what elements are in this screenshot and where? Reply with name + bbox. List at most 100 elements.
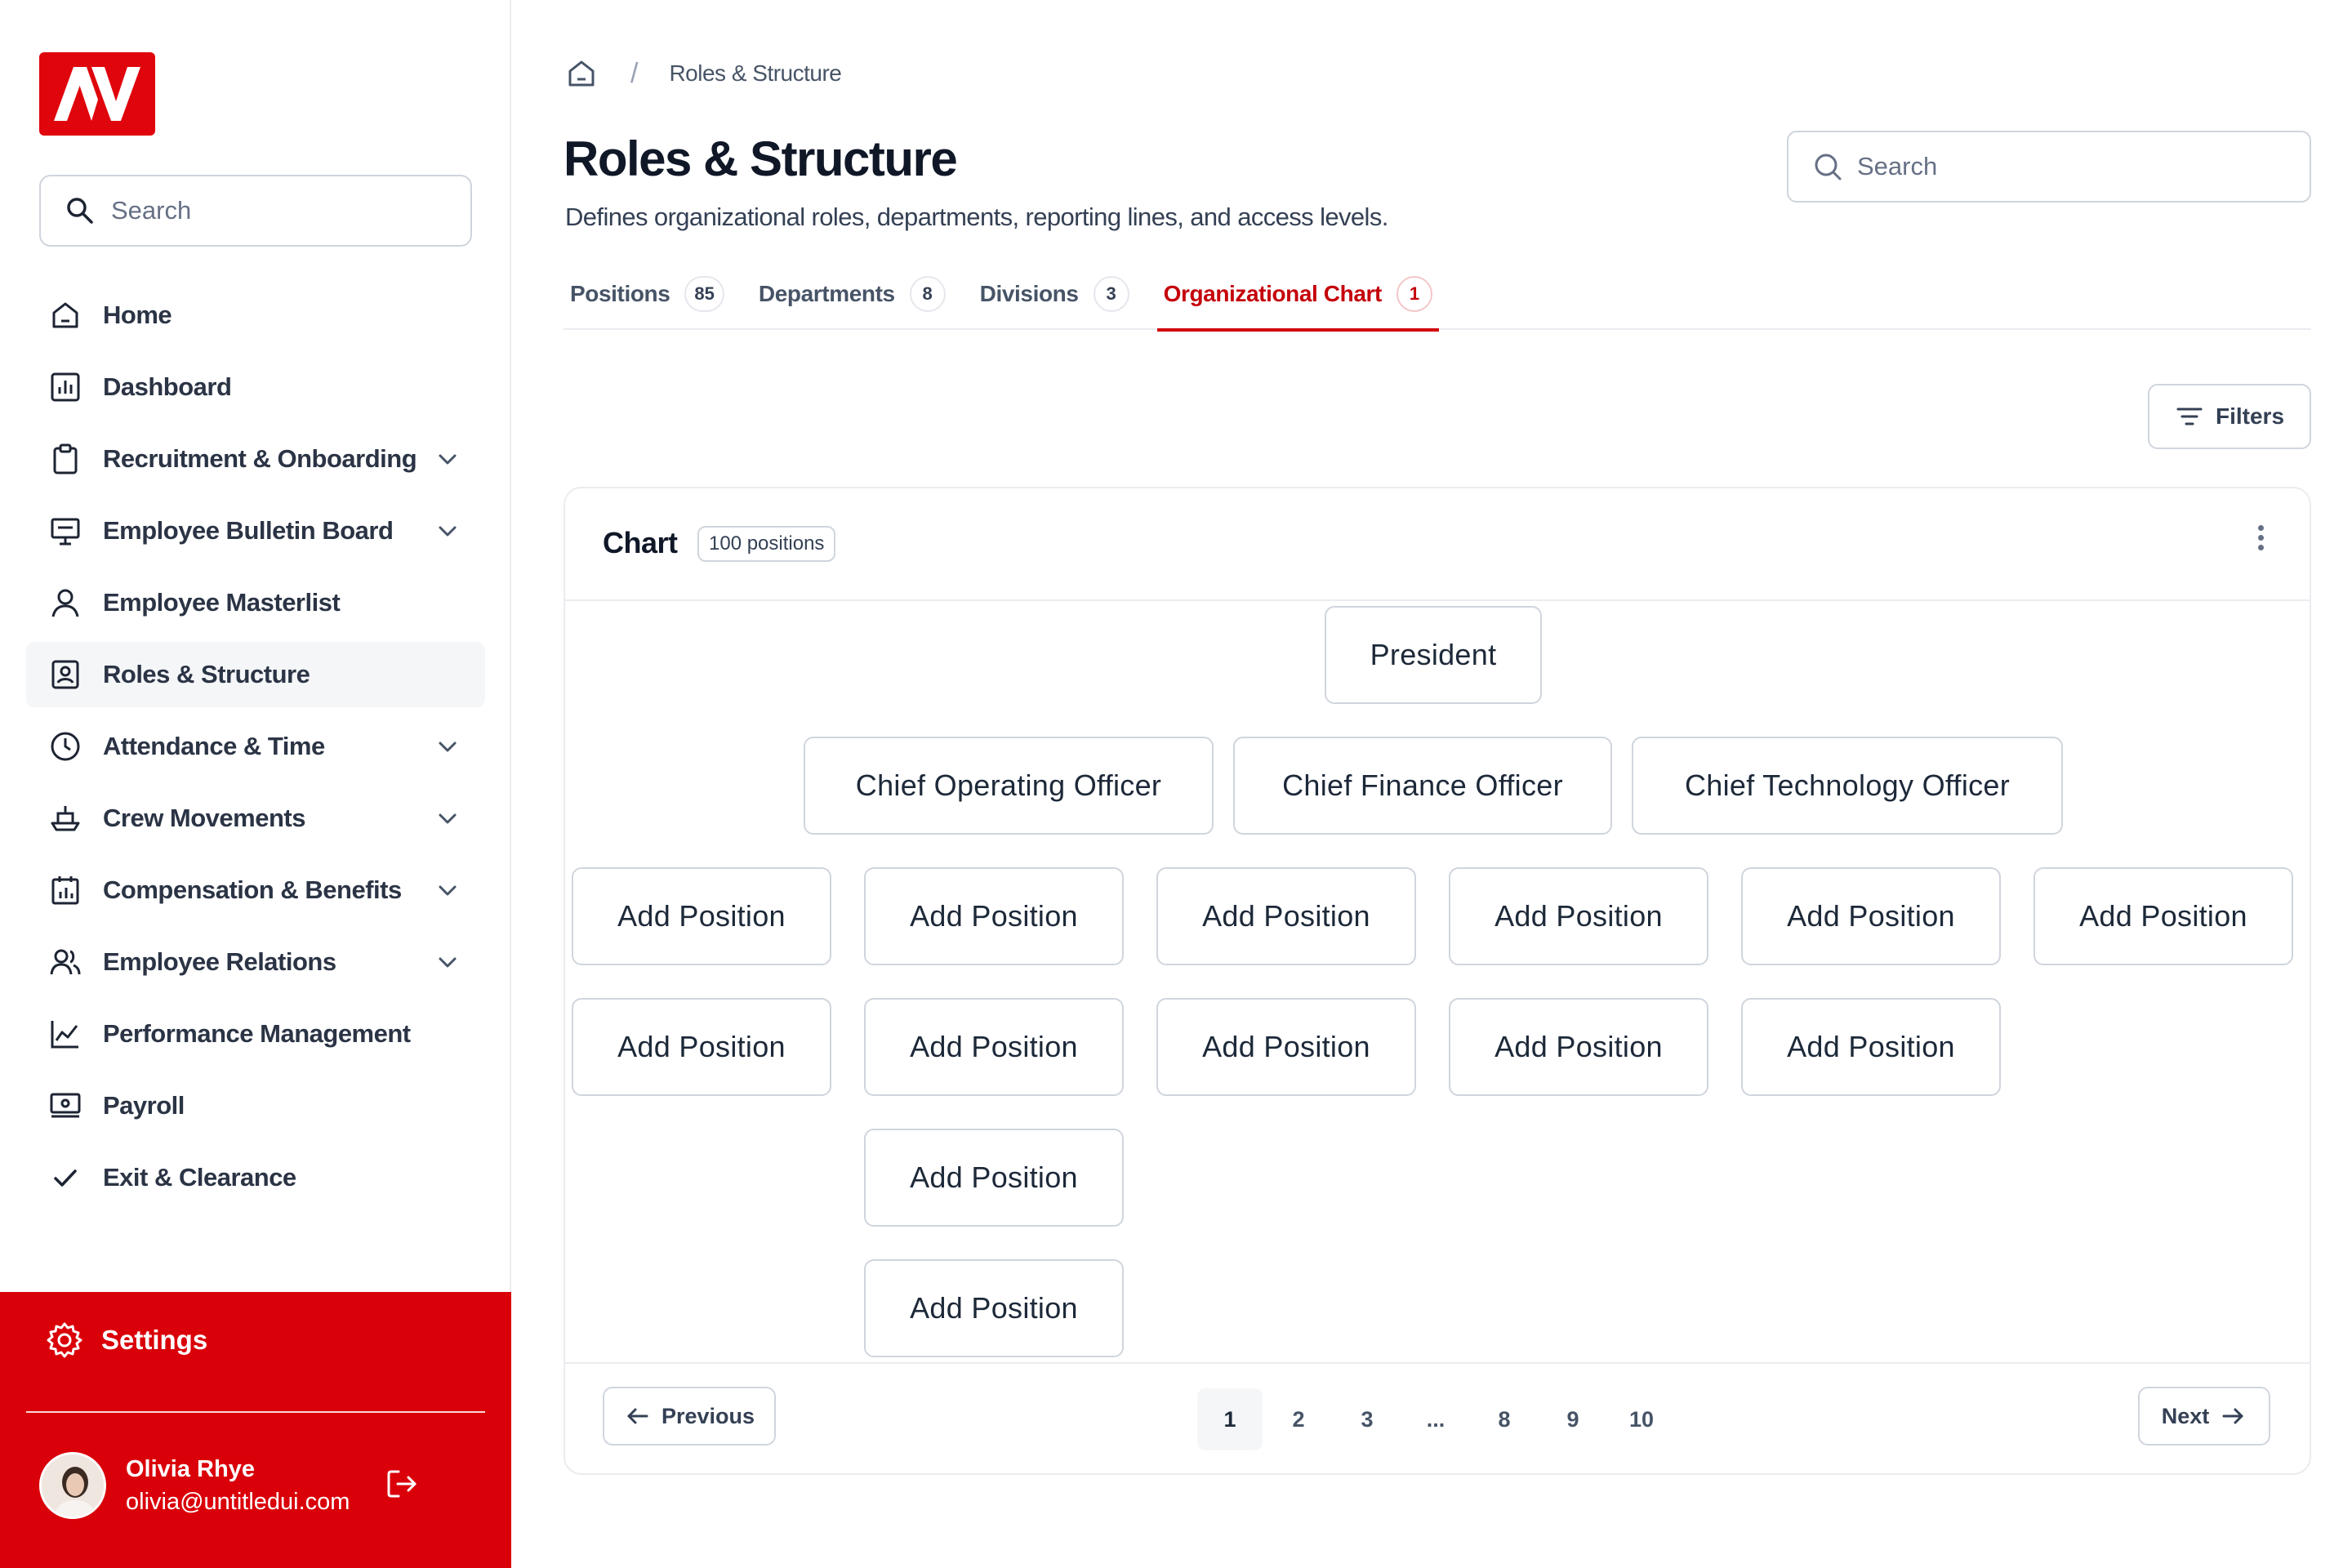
settings-label: Settings (101, 1325, 208, 1355)
add-position-button[interactable]: Add Position (1156, 998, 1416, 1096)
previous-label: Previous (661, 1403, 755, 1428)
page-10[interactable]: 10 (1609, 1388, 1674, 1450)
page-subtitle: Defines organizational roles, department… (565, 203, 1388, 231)
tab-positions[interactable]: Positions 85 (564, 274, 731, 330)
sidebar-item-crew-movements[interactable]: Crew Movements (26, 786, 485, 851)
add-position-button[interactable]: Add Position (1741, 867, 2001, 965)
page-9[interactable]: 9 (1540, 1388, 1606, 1450)
tab-count-badge: 1 (1396, 276, 1432, 312)
chevron-down-icon (439, 885, 457, 896)
main-content: / Roles & Structure Roles & Structure De… (511, 0, 2352, 1568)
more-options-icon[interactable] (2252, 521, 2269, 562)
next-label: Next (2161, 1403, 2210, 1428)
sidebar-item-label: Home (103, 301, 172, 329)
page-numbers: 1 2 3 ... 8 9 10 (1197, 1388, 1677, 1450)
sidebar-item-settings[interactable]: Settings (46, 1321, 207, 1359)
line-chart-icon (47, 1016, 83, 1052)
breadcrumb-separator: / (630, 57, 639, 89)
bar-chart-icon (47, 369, 83, 405)
page-2[interactable]: 2 (1266, 1388, 1331, 1450)
arrow-right-icon (2222, 1408, 2243, 1424)
user-profile[interactable]: Olivia Rhye olivia@untitledui.com (39, 1452, 350, 1519)
org-node-coo[interactable]: Chief Operating Officer (804, 737, 1214, 835)
page-3[interactable]: 3 (1334, 1388, 1400, 1450)
sidebar-item-label: Recruitment & Onboarding (103, 444, 417, 473)
sidebar-item-masterlist[interactable]: Employee Masterlist (26, 570, 485, 635)
org-node-cfo[interactable]: Chief Finance Officer (1233, 737, 1612, 835)
user-name: Olivia Rhye (126, 1456, 255, 1482)
org-node-president[interactable]: President (1325, 606, 1542, 704)
page-ellipsis: ... (1426, 1406, 1446, 1432)
chevron-down-icon (439, 742, 457, 752)
brand-logo[interactable] (39, 52, 155, 136)
main-search[interactable] (1787, 131, 2311, 203)
chevron-down-icon (439, 454, 457, 465)
page-8[interactable]: 8 (1472, 1388, 1537, 1450)
filter-lines-icon (2176, 408, 2203, 425)
home-icon[interactable] (565, 57, 598, 90)
previous-button[interactable]: Previous (603, 1387, 776, 1446)
org-node-cto[interactable]: Chief Technology Officer (1632, 737, 2063, 835)
presentation-icon (47, 513, 83, 549)
card-header: Chart 100 positions (565, 488, 2310, 601)
sidebar-item-label: Employee Masterlist (103, 588, 341, 617)
page-1[interactable]: 1 (1197, 1388, 1263, 1450)
add-position-button[interactable]: Add Position (864, 998, 1124, 1096)
add-position-button[interactable]: Add Position (864, 867, 1124, 965)
add-position-button[interactable]: Add Position (1449, 867, 1708, 965)
add-position-button[interactable]: Add Position (572, 867, 831, 965)
sidebar-item-roles-structure[interactable]: Roles & Structure (26, 642, 485, 707)
card-title: Chart (603, 526, 678, 559)
sidebar-item-label: Performance Management (103, 1019, 411, 1048)
sidebar-item-performance[interactable]: Performance Management (26, 1001, 485, 1067)
sidebar-item-payroll[interactable]: Payroll (26, 1073, 485, 1138)
tab-count-badge: 8 (909, 276, 946, 312)
sidebar-item-label: Exit & Clearance (103, 1163, 296, 1192)
positions-count-badge: 100 positions (697, 526, 836, 562)
tab-count-badge: 85 (684, 276, 724, 312)
sidebar-footer: Settings Olivia Rhye olivia@untitledui.c… (0, 1292, 511, 1568)
gear-icon (47, 1322, 82, 1358)
logout-icon[interactable] (384, 1465, 421, 1503)
sidebar-item-label: Crew Movements (103, 804, 305, 832)
sidebar-item-dashboard[interactable]: Dashboard (26, 354, 485, 420)
users-icon (47, 944, 83, 980)
main-search-input[interactable] (1857, 152, 2282, 181)
breadcrumb-current[interactable]: Roles & Structure (669, 60, 841, 87)
add-position-button[interactable]: Add Position (864, 1259, 1124, 1357)
add-position-button[interactable]: Add Position (572, 998, 831, 1096)
sidebar-search[interactable] (39, 175, 472, 247)
sidebar-item-compensation[interactable]: Compensation & Benefits (26, 858, 485, 923)
breadcrumb: / Roles & Structure (565, 57, 842, 90)
sidebar-item-attendance[interactable]: Attendance & Time (26, 714, 485, 779)
sidebar-item-recruitment[interactable]: Recruitment & Onboarding (26, 426, 485, 492)
sidebar-search-input[interactable] (111, 196, 454, 225)
sidebar-item-label: Attendance & Time (103, 732, 325, 760)
filters-button[interactable]: Filters (2148, 384, 2311, 449)
sidebar-item-home[interactable]: Home (26, 283, 485, 348)
add-position-button[interactable]: Add Position (864, 1129, 1124, 1227)
tab-organizational-chart[interactable]: Organizational Chart 1 (1156, 274, 1440, 332)
av-logo-mark (54, 67, 140, 121)
tab-label: Organizational Chart (1163, 281, 1383, 306)
next-button[interactable]: Next (2138, 1387, 2270, 1446)
sidebar-item-label: Dashboard (103, 372, 232, 401)
add-position-button[interactable]: Add Position (1156, 867, 1416, 965)
home-icon (47, 297, 83, 333)
sidebar-item-bulletin[interactable]: Employee Bulletin Board (26, 498, 485, 564)
user-icon (47, 585, 83, 621)
user-badge-icon (47, 657, 83, 693)
add-position-button[interactable]: Add Position (1741, 998, 2001, 1096)
sidebar-item-exit-clearance[interactable]: Exit & Clearance (26, 1145, 485, 1210)
add-position-button[interactable]: Add Position (2034, 867, 2293, 965)
check-icon (47, 1160, 83, 1196)
add-position-button[interactable]: Add Position (1449, 998, 1708, 1096)
payroll-icon (47, 1088, 83, 1124)
clock-icon (47, 728, 83, 764)
tab-departments[interactable]: Departments 8 (752, 274, 952, 330)
sidebar-item-employee-relations[interactable]: Employee Relations (26, 929, 485, 995)
tab-divisions[interactable]: Divisions 3 (973, 274, 1136, 330)
tab-label: Departments (758, 281, 895, 306)
sidebar-item-label: Compensation & Benefits (103, 875, 402, 904)
sidebar-nav: Home Dashboard Recruitment & Onboarding … (26, 283, 485, 1217)
